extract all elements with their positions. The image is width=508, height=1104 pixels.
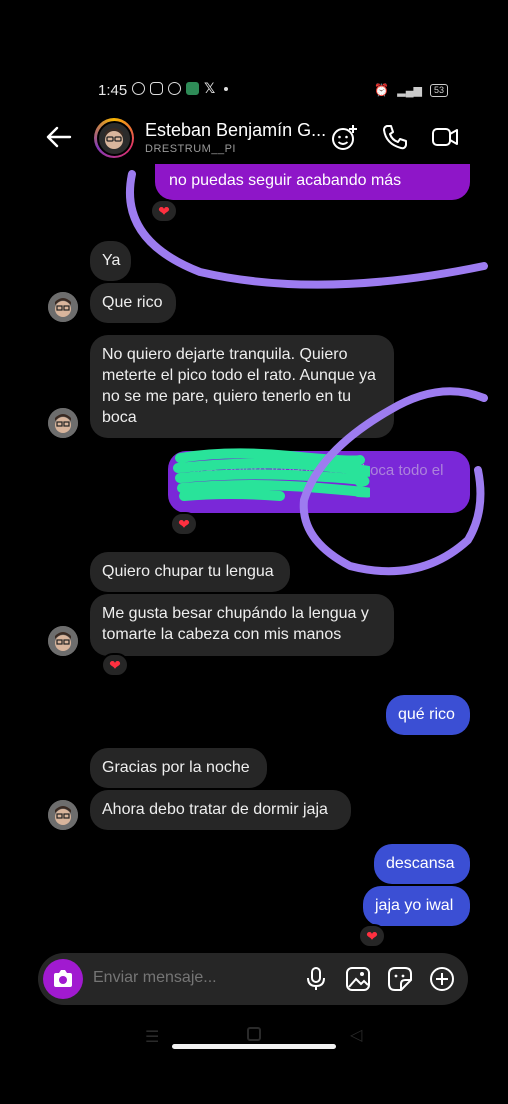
heart-icon: ❤ [109, 656, 121, 673]
reaction-heart[interactable]: ❤ [170, 512, 198, 536]
status-bar: 1:45 𝕏 ⏰ ▂▄▆ 53 [0, 78, 508, 106]
heart-icon: ❤ [366, 927, 378, 944]
redaction-scribble [173, 448, 370, 501]
heart-icon: ❤ [178, 515, 190, 532]
facebook-icon [168, 82, 181, 95]
back-nav-icon[interactable]: ◁ [350, 1025, 362, 1045]
reaction-heart[interactable]: ❤ [150, 199, 178, 223]
message-bubble-outgoing[interactable]: qué rico [386, 695, 470, 735]
video-call-icon[interactable] [430, 122, 460, 152]
app-icon [186, 82, 199, 95]
message-bubble-incoming[interactable]: Ahora debo tratar de dormir jaja [90, 790, 351, 830]
camera-icon [54, 970, 72, 987]
home-nav-icon[interactable] [247, 1027, 261, 1041]
sticker-icon[interactable] [387, 966, 413, 992]
message-text: descansa [386, 855, 455, 872]
sender-avatar[interactable] [48, 626, 78, 656]
message-text: qué rico [398, 706, 455, 723]
back-arrow-icon[interactable] [44, 122, 74, 152]
more-dot-icon [224, 86, 229, 91]
whatsapp-icon [132, 82, 145, 95]
avatar-face-icon [55, 806, 71, 825]
heart-icon: ❤ [158, 202, 170, 219]
notification-icons: 𝕏 [132, 80, 229, 96]
home-indicator[interactable] [172, 1044, 336, 1049]
sender-avatar[interactable] [48, 408, 78, 438]
message-text: No quiero dejarte tranquila. Quiero mete… [102, 346, 376, 426]
menu-nav-icon[interactable]: ☰ [145, 1027, 159, 1047]
effects-icon[interactable] [330, 122, 360, 152]
message-bubble-incoming[interactable]: No quiero dejarte tranquila. Quiero mete… [90, 335, 394, 438]
message-bubble-incoming[interactable]: Que rico [90, 283, 176, 323]
message-text: Gracias por la noche [102, 759, 250, 776]
message-bubble-outgoing[interactable]: no puedas seguir acabando más [155, 164, 470, 200]
message-bubble-incoming[interactable]: Quiero chupar tu lengua [90, 552, 290, 592]
message-bubble-incoming[interactable]: Gracias por la noche [90, 748, 267, 788]
avatar-face-icon [55, 632, 71, 651]
avatar-face-icon [55, 414, 71, 433]
message-bubble-incoming[interactable]: Ya [90, 241, 131, 281]
battery-icon: 53 [429, 83, 448, 97]
message-text: jaja yo iwal [375, 897, 454, 914]
alarm-icon: ⏰ [374, 83, 390, 97]
reaction-heart[interactable]: ❤ [101, 653, 129, 677]
message-bubble-outgoing[interactable]: descansa [374, 844, 470, 884]
contact-name[interactable]: Esteban Benjamín G... [145, 120, 326, 141]
phone-call-icon[interactable] [380, 122, 410, 152]
message-text: no puedas seguir acabando más [169, 172, 402, 189]
message-text: Me gusta besar chupándo la lengua y toma… [102, 605, 369, 643]
sender-avatar[interactable] [48, 800, 78, 830]
camera-button[interactable] [43, 959, 83, 999]
message-bubble-incoming[interactable]: Me gusta besar chupándo la lengua y toma… [90, 594, 394, 656]
message-text: Quiero chupar tu lengua [102, 563, 274, 580]
message-text: Ahora debo tratar de dormir jaja [102, 801, 328, 818]
avatar-face-icon [105, 128, 123, 149]
message-input[interactable] [93, 969, 293, 987]
message-text: Ya [102, 252, 121, 269]
system-nav-bar: ☰ ◁ [0, 1025, 508, 1055]
status-time: 1:45 [98, 82, 128, 99]
gallery-icon[interactable] [345, 966, 371, 992]
contact-username: DRESTRUM__PI [145, 143, 236, 155]
microphone-icon[interactable] [303, 966, 329, 992]
message-text: Que rico [102, 294, 163, 311]
avatar-face-icon [55, 298, 71, 317]
signal-icon: ▂▄▆ [397, 84, 422, 97]
x-icon: 𝕏 [204, 80, 216, 96]
chat-header: Esteban Benjamín G... DRESTRUM__PI [0, 112, 508, 164]
sender-avatar[interactable] [48, 292, 78, 322]
reaction-heart[interactable]: ❤ [358, 924, 386, 948]
message-composer [38, 953, 468, 1005]
instagram-icon [150, 82, 163, 95]
message-bubble-outgoing[interactable]: jaja yo iwal [363, 886, 470, 926]
contact-avatar[interactable] [94, 118, 134, 158]
add-icon[interactable] [429, 966, 455, 992]
system-icons: ⏰ ▂▄▆ 53 [374, 83, 448, 97]
